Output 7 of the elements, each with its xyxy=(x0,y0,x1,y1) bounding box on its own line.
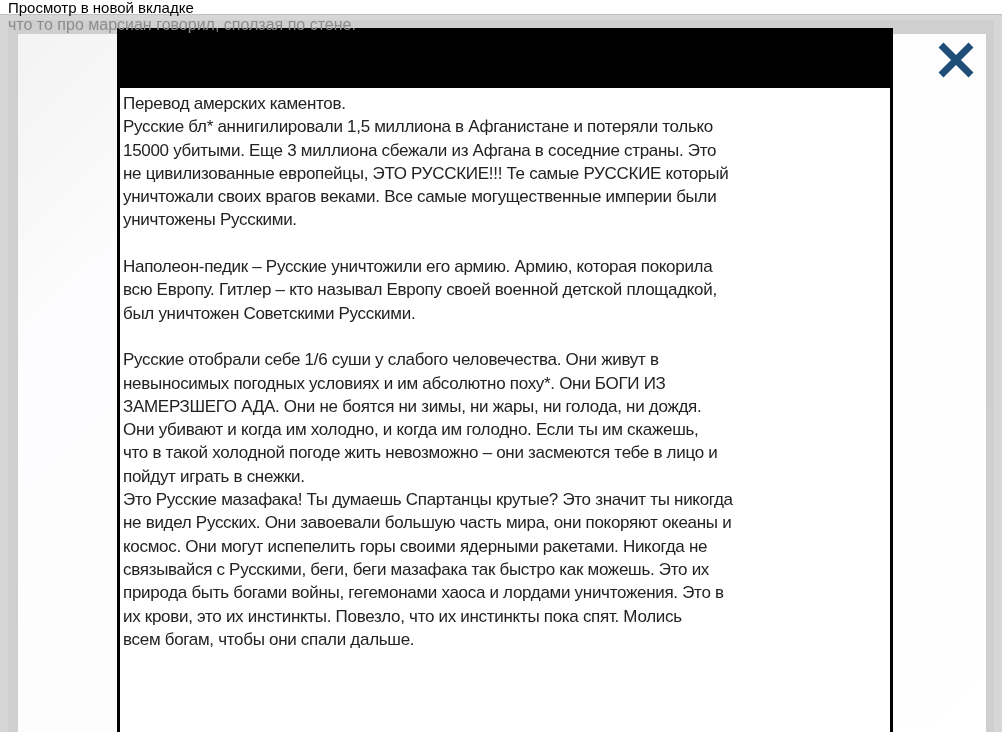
paragraph: Русские отобрали себе 1/6 суши у слабого человечества. Они живут в невыносимых погодных условиях и им абсолютно поху*. Они БОГИ ИЗ ЗАМЕРЗШЕГО АДА. Они не боятся ни зимы, ни жары, ни голода, ни дождя. Они убивают и когда им холодно, и когда им голодно. Если ты им скажешь, что в такой холодной погоде жить невозможно – они засмеются тебе в лицо и пойдут играть в снежки. xyxy=(123,349,719,488)
paragraph: Русские бл* аннигилировали 1,5 миллиона в Афганистане и потеряли только 15000 убитыми. Еще 3 миллиона сбежали из Афгана в соседние страны. Это не цивилизованные европейцы, ЭТО РУССКИЕ!!! Те самые РУССКИЕ который уничтожали своих врагов веками. Все самые могущественные империи были уничтожены Русскими. xyxy=(123,116,730,232)
paragraph: Наполеон-педик – Русские уничтожили его армию. Армию, которая покорила всю Европу. Гитлер – кто называл Европу своей военной детской площадкой, был уничтожен Советскими Русскими. xyxy=(123,256,718,325)
paragraph: Перевод амерских каментов. xyxy=(123,93,347,115)
tooltip-text: Просмотр в новой вкладке xyxy=(8,0,194,15)
close-icon[interactable] xyxy=(936,42,976,78)
paragraph: Это Русские мазафака! Ты думаешь Спартанцы крутые? Это значит ты никогда не видел Русских. Они завоевали большую часть мира, они покоряют океаны и космос. Они могут испепелить горы своими ядерными ракетами. Никогда не связывайся с Русскими, беги, беги мазафака так быстро как можешь. Это их природа быть богами войны, гегемонами хаоса и лордами уничтожения. Это в их крови, это их инстинкты. Повезло, что их инстинкты пока спят. Молись всем богам, чтобы они спали дальше. xyxy=(123,489,734,651)
